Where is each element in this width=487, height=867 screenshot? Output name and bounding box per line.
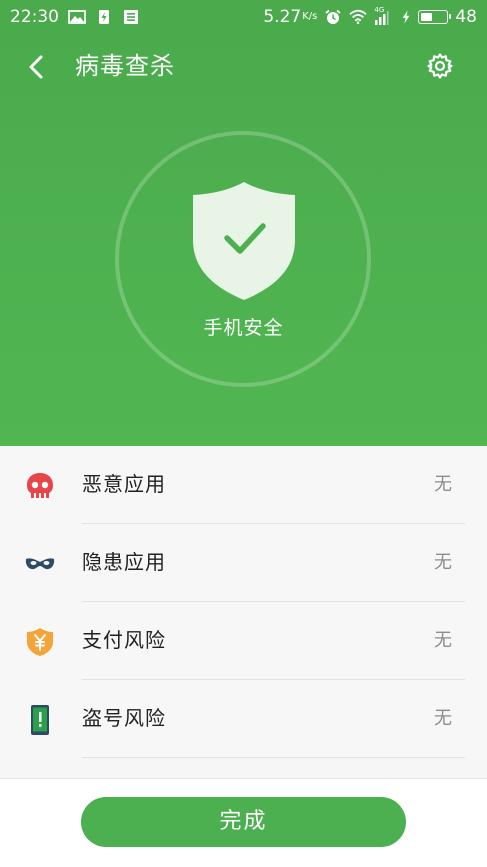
network-speed-unit: K/s xyxy=(302,11,318,22)
risk-item-label: 恶意应用 xyxy=(82,472,166,496)
gear-icon[interactable] xyxy=(426,52,454,80)
risk-item-account-theft-risk[interactable]: 盗号风险 无 xyxy=(0,680,487,758)
risk-item-hidden-danger-apps[interactable]: 隐患应用 无 xyxy=(0,524,487,602)
status-time: 22:30 xyxy=(10,7,59,27)
risk-item-label: 隐患应用 xyxy=(82,550,166,574)
risk-item-malicious-apps[interactable]: 恶意应用 无 xyxy=(0,446,487,524)
done-button[interactable]: 完成 xyxy=(81,797,406,847)
title-bar: 病毒查杀 xyxy=(0,40,487,94)
battery-saver-icon xyxy=(99,10,109,24)
bottom-bar: 完成 xyxy=(0,778,487,867)
battery-fill xyxy=(421,13,433,21)
scan-status-text: 手机安全 xyxy=(203,317,284,339)
risk-item-value: 无 xyxy=(434,474,452,495)
cellular-signal: 4G xyxy=(374,6,394,25)
phone-alert-icon xyxy=(31,705,49,735)
page-title: 病毒查杀 xyxy=(75,52,175,80)
risk-item-value: 无 xyxy=(434,630,452,651)
risk-list: 恶意应用 无 隐患应用 无 支付风险 无 盗号风险 无 xyxy=(0,446,487,758)
header-panel: 22:30 5.27K/s 4G 48 病毒查杀 手机安全 xyxy=(0,0,487,446)
risk-item-value: 无 xyxy=(434,708,452,729)
chevron-left-icon[interactable] xyxy=(22,52,52,82)
risk-item-payment-risk[interactable]: 支付风险 无 xyxy=(0,602,487,680)
yen-shield-icon xyxy=(27,628,53,656)
network-speed: 5.27K/s xyxy=(263,7,318,27)
skull-icon xyxy=(27,473,53,498)
battery-level: 48 xyxy=(455,7,477,27)
battery-icon xyxy=(418,10,452,24)
risk-item-label: 支付风险 xyxy=(82,628,166,652)
document-icon xyxy=(124,10,138,24)
divider xyxy=(82,757,465,758)
image-icon xyxy=(68,10,86,24)
mask-icon xyxy=(25,558,55,570)
signal-icon xyxy=(375,11,389,25)
alarm-icon xyxy=(325,9,341,24)
wifi-icon xyxy=(349,9,368,25)
status-bar: 22:30 5.27K/s 4G 48 xyxy=(0,0,487,34)
risk-item-label: 盗号风险 xyxy=(82,706,166,730)
charging-icon xyxy=(403,10,410,24)
risk-item-value: 无 xyxy=(434,552,452,573)
shield-check-icon xyxy=(193,182,295,300)
